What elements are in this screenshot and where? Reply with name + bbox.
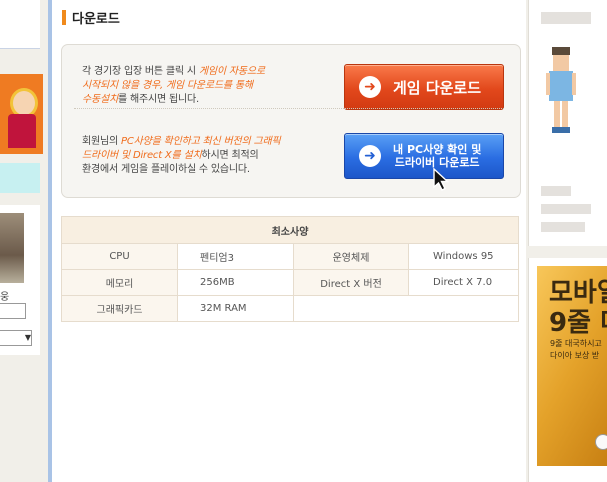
banner-line3: 9줄 대국하시고 bbox=[550, 339, 602, 348]
left-caption: 웅 bbox=[0, 292, 10, 303]
left-input[interactable] bbox=[0, 303, 26, 319]
left-teal-bar bbox=[0, 163, 40, 193]
table-row: 메모리 256MB Direct X 버전 Direct X 7.0 bbox=[61, 269, 519, 296]
spec-label-graphics: 그래픽카드 bbox=[61, 295, 178, 322]
mouse-pointer-icon bbox=[433, 168, 450, 191]
msg2-text: 회원님의 bbox=[82, 136, 121, 147]
spec-value-memory: 256MB bbox=[177, 269, 294, 296]
arrow-right-circle-icon: ➜ bbox=[359, 76, 381, 98]
spec-label-directx: Direct X 버전 bbox=[293, 269, 409, 296]
msg2-highlight-2: 드라이버 및 Direct X를 설치 bbox=[82, 150, 202, 161]
left-game-panel: 웅 ▼ bbox=[0, 205, 40, 355]
section-title: 다운로드 bbox=[72, 11, 120, 27]
msg1-text-end: 를 해주시면 됩니다. bbox=[118, 94, 199, 105]
msg1-highlight-3: 수동설치 bbox=[82, 94, 118, 105]
section-header: 다운로드 bbox=[62, 8, 120, 27]
blurred-text bbox=[541, 12, 591, 24]
msg2-highlight: PC사양을 확인하고 최신 버전의 그래픽 bbox=[120, 136, 281, 147]
profile-card bbox=[528, 0, 607, 246]
section-marker bbox=[62, 9, 66, 25]
msg1-highlight-2: 시작되지 않을 경우, 게임 다운로드를 통해 bbox=[82, 80, 253, 91]
avatar[interactable] bbox=[0, 74, 43, 154]
pc-button-line1: 내 PC사양 확인 및 bbox=[393, 143, 482, 156]
blurred-text bbox=[541, 186, 571, 196]
spec-value-directx: Direct X 7.0 bbox=[408, 269, 519, 296]
spec-label-memory: 메모리 bbox=[61, 269, 178, 296]
blurred-text bbox=[541, 204, 591, 214]
spec-title: 최소사양 bbox=[61, 216, 519, 244]
banner-line4: 다이아 보상 받 bbox=[550, 351, 600, 360]
left-sidebar: 웅 ▼ bbox=[0, 0, 48, 482]
table-row: CPU 펜티엄3 운영체제 Windows 95 bbox=[61, 243, 519, 270]
spec-label-cpu: CPU bbox=[61, 243, 178, 270]
pc-spec-driver-download-button[interactable]: ➜ 내 PC사양 확인 및 드라이버 다운로드 bbox=[344, 133, 504, 179]
promo-card: 모바일 9줄 다 9줄 대국하시고 다이아 보상 받 bbox=[528, 258, 607, 482]
spec-label-os: 운영체제 bbox=[293, 243, 409, 270]
mobile-promo-banner[interactable]: 모바일 9줄 다 9줄 대국하시고 다이아 보상 받 bbox=[537, 266, 607, 466]
banner-line2: 9줄 다 bbox=[549, 308, 607, 338]
character-avatar[interactable] bbox=[546, 45, 576, 137]
spec-header-row: 최소사양 bbox=[61, 216, 519, 244]
main-content: 다운로드 각 경기장 입장 버튼 클릭 시 게임이 자동으로 시작되지 않을 경… bbox=[52, 0, 526, 482]
left-top-bar bbox=[0, 0, 40, 49]
game-thumbnail[interactable] bbox=[0, 213, 24, 283]
spec-value-cpu: 펜티엄3 bbox=[177, 243, 294, 270]
min-spec-table: 최소사양 CPU 펜티엄3 운영체제 Windows 95 메모리 256MB … bbox=[61, 216, 519, 322]
download-box: 각 경기장 입장 버튼 클릭 시 게임이 자동으로 시작되지 않을 경우, 게임… bbox=[61, 44, 521, 198]
spec-value-graphics: 32M RAM bbox=[177, 295, 294, 322]
spec-empty-cell bbox=[293, 295, 519, 322]
right-sidebar: 모바일 9줄 다 9줄 대국하시고 다이아 보상 받 bbox=[526, 0, 607, 482]
arrow-right-circle-icon: ➜ bbox=[359, 145, 381, 167]
divider bbox=[74, 108, 504, 109]
left-select[interactable]: ▼ bbox=[0, 330, 32, 346]
avatar-dress bbox=[8, 114, 36, 148]
blurred-text bbox=[541, 222, 585, 232]
msg1-text: 각 경기장 입장 버튼 클릭 시 bbox=[82, 66, 199, 77]
msg1-highlight: 게임이 자동으로 bbox=[198, 66, 265, 77]
table-row: 그래픽카드 32M RAM bbox=[61, 295, 519, 322]
game-download-button[interactable]: ➜ 게임 다운로드 bbox=[344, 64, 504, 110]
auto-start-message: 각 경기장 입장 버튼 클릭 시 게임이 자동으로 시작되지 않을 경우, 게임… bbox=[82, 65, 265, 107]
pc-spec-message: 회원님의 PC사양을 확인하고 최신 버전의 그래픽 드라이버 및 Direct… bbox=[82, 135, 281, 177]
go-stone-icon bbox=[595, 434, 607, 450]
pc-spec-button-label: 내 PC사양 확인 및 드라이버 다운로드 bbox=[393, 143, 481, 169]
game-download-label: 게임 다운로드 bbox=[393, 78, 482, 97]
spec-value-os: Windows 95 bbox=[408, 243, 519, 270]
msg2-text-end: 환경에서 게임을 플레이하실 수 있습니다. bbox=[82, 164, 250, 175]
chevron-down-icon: ▼ bbox=[24, 333, 31, 342]
msg2-text-mid: 하시면 최적의 bbox=[201, 150, 259, 161]
